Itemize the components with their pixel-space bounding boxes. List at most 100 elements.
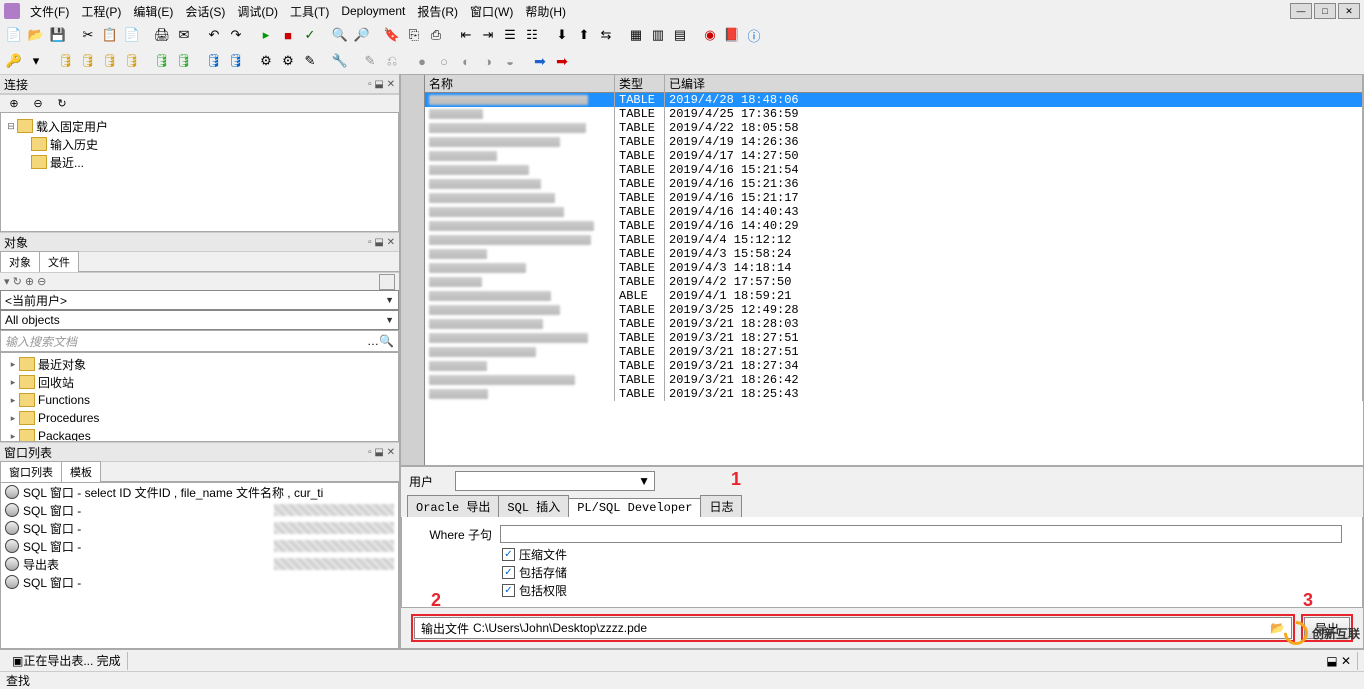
tree-item[interactable]: 载入固定用户: [36, 118, 108, 135]
pin-icon[interactable]: ▫ ⬓ ✕: [368, 447, 395, 458]
table-row[interactable]: TABLE2019/4/16 14:40:43: [425, 205, 1363, 219]
pin-icon[interactable]: ▫ ⬓ ✕: [368, 79, 395, 90]
db-green-2[interactable]: 🛢: [174, 51, 194, 71]
indent-left-icon[interactable]: ⇤: [456, 25, 476, 45]
tile-icon[interactable]: ▥: [648, 25, 668, 45]
run-icon[interactable]: ▸: [256, 25, 276, 45]
table-row[interactable]: TABLE2019/4/28 18:48:06: [425, 93, 1363, 107]
indent-right-icon[interactable]: ⇥: [478, 25, 498, 45]
list-item[interactable]: SQL 窗口 - select ID 文件ID , file_name 文件名称…: [1, 483, 398, 501]
table-row[interactable]: TABLE2019/4/25 17:36:59: [425, 107, 1363, 121]
pin-icon[interactable]: ▫ ⬓ ✕: [368, 237, 395, 248]
db-blue-2[interactable]: 🛢: [226, 51, 246, 71]
table-row[interactable]: TABLE2019/4/16 14:40:29: [425, 219, 1363, 233]
tab-files[interactable]: 文件: [39, 251, 79, 272]
table-row[interactable]: TABLE2019/4/3 15:58:24: [425, 247, 1363, 261]
maximize-button[interactable]: □: [1314, 3, 1336, 19]
list-item[interactable]: SQL 窗口 -: [1, 573, 398, 591]
list-item[interactable]: SQL 窗口 -: [1, 519, 398, 537]
output-file-field[interactable]: 输出文件 C:\Users\John\Desktop\zzzz.pde 📂: [414, 617, 1292, 639]
tree-item[interactable]: 最近对象: [38, 356, 86, 373]
menu-report[interactable]: 报告(R): [411, 1, 464, 22]
mail-icon[interactable]: ✉: [174, 25, 194, 45]
compare-icon[interactable]: ⇆: [596, 25, 616, 45]
table-row[interactable]: TABLE2019/3/21 18:28:03: [425, 317, 1363, 331]
all-objects-dropdown[interactable]: All objects▼: [0, 310, 399, 330]
export-icon[interactable]: ⬇: [552, 25, 572, 45]
col-type[interactable]: 类型: [615, 75, 664, 93]
object-tree[interactable]: ▸最近对象 ▸回收站 ▸Functions ▸Procedures ▸Packa…: [0, 352, 399, 442]
key-icon[interactable]: 🔑: [4, 51, 24, 71]
table-grid[interactable]: 名称 类型 已编译 TABLE2019/4/28 18:48:06TABLE20…: [400, 74, 1364, 466]
cut-icon[interactable]: ✂: [78, 25, 98, 45]
table-row[interactable]: TABLE2019/4/22 18:05:58: [425, 121, 1363, 135]
table-row[interactable]: TABLE2019/4/2 17:57:50: [425, 275, 1363, 289]
db-red-icon[interactable]: ◉: [700, 25, 720, 45]
menu-help[interactable]: 帮助(H): [519, 1, 572, 22]
arrow-right-blue-icon[interactable]: ➡: [530, 51, 550, 71]
search-mode-icon[interactable]: …: [367, 334, 379, 348]
paste-icon[interactable]: 📄: [122, 25, 142, 45]
copy-icon[interactable]: 📋: [100, 25, 120, 45]
where-input[interactable]: [500, 525, 1342, 543]
db-icon-2[interactable]: 🛢: [78, 51, 98, 71]
window-list[interactable]: SQL 窗口 - select ID 文件ID , file_name 文件名称…: [0, 482, 399, 649]
col-name[interactable]: 名称: [425, 75, 614, 93]
stop-icon[interactable]: ■: [278, 25, 298, 45]
menu-tools[interactable]: 工具(T): [284, 1, 335, 22]
db-blue-1[interactable]: 🛢: [204, 51, 224, 71]
menu-session[interactable]: 会话(S): [179, 1, 231, 22]
menu-file[interactable]: 文件(F): [24, 1, 75, 22]
icon-b[interactable]: ⎙: [426, 25, 446, 45]
close-button[interactable]: ✕: [1338, 3, 1360, 19]
table-row[interactable]: TABLE2019/4/16 15:21:54: [425, 163, 1363, 177]
tab-objects[interactable]: 对象: [0, 251, 40, 272]
user-dropdown[interactable]: ▼: [455, 471, 655, 491]
tab-template[interactable]: 模板: [61, 461, 101, 482]
find-next-icon[interactable]: 🔎: [352, 25, 372, 45]
print-icon[interactable]: 🖨: [152, 25, 172, 45]
table-row[interactable]: TABLE2019/3/21 18:27:51: [425, 331, 1363, 345]
table-row[interactable]: TABLE2019/3/21 18:27:51: [425, 345, 1363, 359]
minimize-button[interactable]: —: [1290, 3, 1312, 19]
tab-oracle-export[interactable]: Oracle 导出: [407, 495, 499, 517]
collapse-icon[interactable]: ⊖: [28, 94, 48, 114]
find-icon[interactable]: 🔍: [330, 25, 350, 45]
table-row[interactable]: TABLE2019/4/16 15:21:17: [425, 191, 1363, 205]
table-row[interactable]: TABLE2019/4/4 15:12:12: [425, 233, 1363, 247]
db-green-1[interactable]: 🛢: [152, 51, 172, 71]
table-row[interactable]: TABLE2019/4/17 14:27:50: [425, 149, 1363, 163]
uncomment-icon[interactable]: ☷: [522, 25, 542, 45]
list-item[interactable]: SQL 窗口 -: [1, 537, 398, 555]
db-icon-4[interactable]: 🛢: [122, 51, 142, 71]
menu-edit[interactable]: 编辑(E): [127, 1, 179, 22]
table-row[interactable]: TABLE2019/4/3 14:18:14: [425, 261, 1363, 275]
dropdown-icon[interactable]: ▾: [26, 51, 46, 71]
connect-tree[interactable]: ⊟载入固定用户 输入历史 最近...: [0, 112, 399, 232]
current-user-dropdown[interactable]: <当前用户>▼: [0, 290, 399, 310]
tab-log[interactable]: 日志: [700, 495, 742, 517]
edit-icon[interactable]: ✎: [300, 51, 320, 71]
bookmark-icon[interactable]: 🔖: [382, 25, 402, 45]
arrow-right-red-icon[interactable]: ➡: [552, 51, 572, 71]
commit-icon[interactable]: ✓: [300, 25, 320, 45]
table-row[interactable]: TABLE2019/3/21 18:25:43: [425, 387, 1363, 401]
chk-privs[interactable]: ✓包括权限: [502, 581, 1342, 599]
menu-debug[interactable]: 调试(D): [231, 1, 284, 22]
menu-project[interactable]: 工程(P): [75, 1, 127, 22]
tab-sql-insert[interactable]: SQL 插入: [498, 495, 569, 517]
tab-plsql-developer[interactable]: PL/SQL Developer: [568, 498, 701, 517]
tree-item[interactable]: Procedures: [38, 411, 99, 425]
col-compiled[interactable]: 已编译: [665, 75, 1362, 93]
table-row[interactable]: TABLE2019/4/19 14:26:36: [425, 135, 1363, 149]
new-icon[interactable]: 📄: [4, 25, 24, 45]
refresh-icon[interactable]: ↻: [52, 94, 72, 114]
chk-compress[interactable]: ✓压缩文件: [502, 545, 1342, 563]
help-icon[interactable]: ⓘ: [744, 25, 764, 45]
table-row[interactable]: TABLE2019/4/16 15:21:36: [425, 177, 1363, 191]
table-row[interactable]: TABLE2019/3/25 12:49:28: [425, 303, 1363, 317]
menu-deployment[interactable]: Deployment: [335, 2, 411, 20]
wrench-icon[interactable]: 🔧: [330, 51, 350, 71]
list-item[interactable]: 导出表: [1, 555, 398, 573]
cascade-icon[interactable]: ▦: [626, 25, 646, 45]
